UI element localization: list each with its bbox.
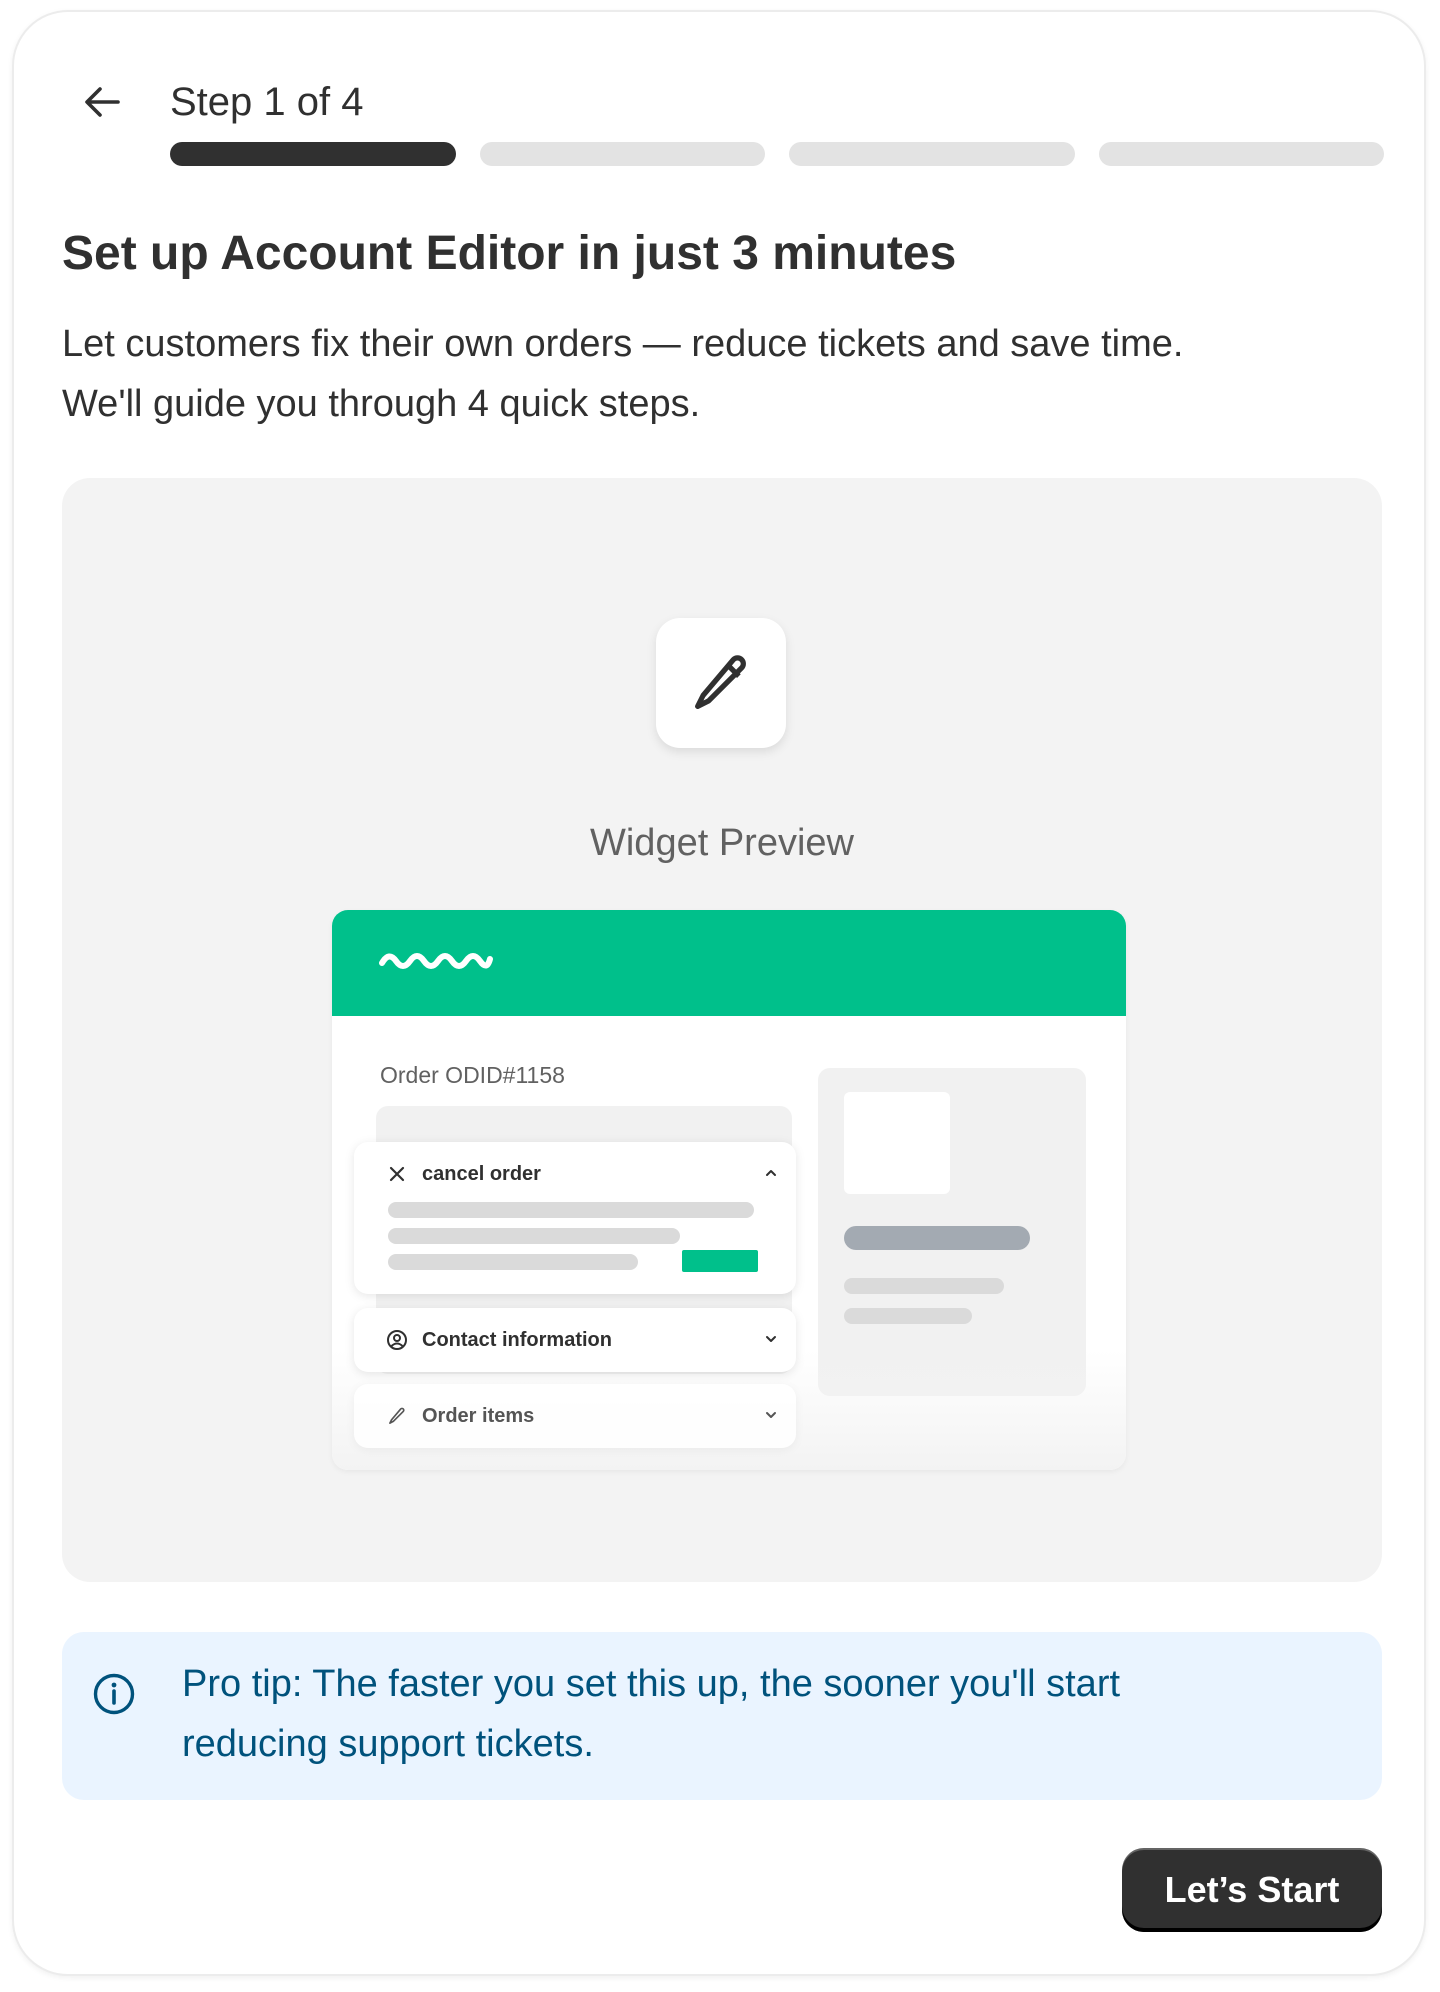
arrow-left-icon [85, 87, 120, 117]
onboarding-card: Step 1 of 4 Set up Account Editor in jus… [12, 10, 1426, 1976]
pro-tip-line-1: Pro tip: The faster you set this up, the… [182, 1663, 1121, 1705]
accordion-label: cancel order [422, 1162, 541, 1185]
lets-start-button[interactable]: Let’s Start [1122, 1848, 1382, 1932]
accordion-header[interactable]: cancel order [354, 1142, 796, 1206]
widget-header [332, 910, 1126, 1016]
page-title: Set up Account Editor in just 3 minutes [62, 227, 957, 280]
placeholder-line [844, 1278, 1004, 1294]
order-id: Order ODID#1158 [380, 1062, 565, 1088]
placeholder-line [388, 1228, 680, 1244]
placeholder-line [388, 1202, 754, 1218]
description-line-1: Let customers fix their own orders — red… [62, 323, 1184, 365]
image-placeholder [844, 1092, 950, 1194]
progress-bar [170, 142, 1384, 166]
accordion-header[interactable]: Order items [354, 1384, 796, 1448]
pro-tip-line-2: reducing support tickets. [182, 1723, 594, 1765]
info-icon [93, 1673, 135, 1715]
chevron-down-icon[interactable] [760, 1404, 782, 1426]
step-label: Step 1 of 4 [170, 80, 364, 124]
chevron-down-icon[interactable] [760, 1328, 782, 1350]
widget-preview-panel: Widget Preview Order ODID#1158 cancel or… [62, 478, 1382, 1582]
back-button[interactable] [74, 74, 130, 130]
pencil-icon [386, 1405, 408, 1427]
progress-segment-1 [170, 142, 456, 166]
pencil-tile [656, 618, 786, 748]
product-card-placeholder [818, 1068, 1086, 1396]
pro-tip-text: Pro tip: The faster you set this up, the… [182, 1654, 1332, 1774]
accordion-contact-information[interactable]: Contact information [354, 1308, 796, 1372]
progress-segment-4 [1098, 142, 1384, 166]
progress-segment-3 [789, 142, 1075, 166]
page-description: Let customers fix their own orders — red… [62, 314, 1382, 434]
placeholder-line [388, 1254, 638, 1270]
accordion-label: Order items [422, 1404, 535, 1427]
description-line-2: We'll guide you through 4 quick steps. [62, 383, 701, 425]
preview-label: Widget Preview [590, 822, 854, 864]
close-icon [386, 1163, 408, 1185]
wave-logo-icon [379, 953, 493, 969]
pro-tip-banner: Pro tip: The faster you set this up, the… [62, 1632, 1382, 1800]
accordion-header[interactable]: Contact information [354, 1308, 796, 1372]
confirm-placeholder-button [682, 1250, 758, 1272]
pencil-icon [695, 655, 746, 709]
accordion-order-items[interactable]: Order items [354, 1384, 796, 1448]
placeholder-line [844, 1226, 1030, 1250]
chevron-up-icon[interactable] [760, 1162, 782, 1184]
accordion-cancel-order[interactable]: cancel order [354, 1142, 796, 1294]
user-circle-icon [386, 1329, 408, 1351]
placeholder-line [844, 1308, 972, 1324]
progress-segment-2 [479, 142, 765, 166]
accordion-label: Contact information [422, 1328, 612, 1351]
